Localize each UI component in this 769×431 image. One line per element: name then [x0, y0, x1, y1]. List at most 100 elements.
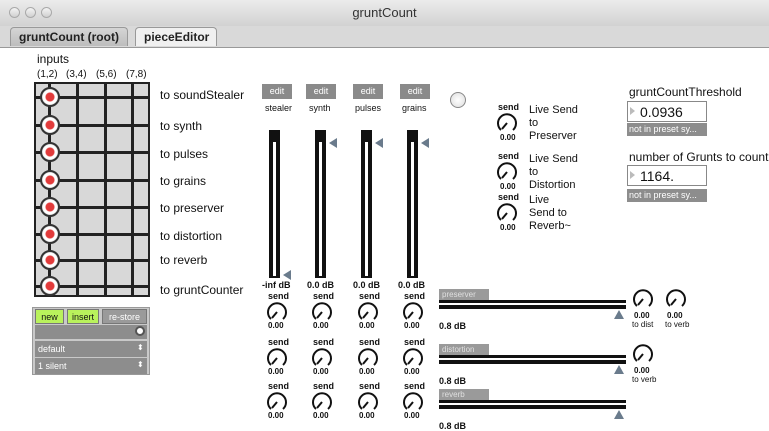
preset-restore-button[interactable]: re-store [102, 309, 147, 324]
row-label: to grains [160, 174, 207, 188]
column-label: (1,2) [37, 69, 58, 80]
matrix-cell-active[interactable] [40, 115, 60, 135]
live-send-text: to [529, 166, 539, 178]
edit-grains-button[interactable]: edit [400, 84, 430, 99]
send-knob[interactable] [311, 391, 333, 413]
send-knob[interactable] [266, 301, 288, 323]
fader-handle-icon[interactable] [375, 138, 383, 148]
send-label: send [268, 337, 290, 347]
effect-send-knob[interactable] [665, 288, 687, 310]
tab-piece-editor[interactable]: pieceEditor [135, 27, 217, 46]
fader-handle-icon[interactable] [421, 138, 429, 148]
channel-fader-stealer[interactable] [269, 130, 280, 278]
effect-send-knob[interactable] [632, 288, 654, 310]
edit-synth-button[interactable]: edit [306, 84, 336, 99]
matrix-cell-active[interactable] [40, 224, 60, 244]
bang-button[interactable] [450, 92, 466, 108]
channel-fader-pulses[interactable] [361, 130, 372, 278]
live-send-text: Send to [529, 207, 567, 219]
send-value: 0.00 [404, 367, 420, 376]
send-value: 0.00 [359, 367, 375, 376]
fader-track [411, 142, 414, 276]
effect-send-knob[interactable] [632, 343, 654, 365]
fader-track [273, 142, 276, 276]
row-label: to preserver [160, 201, 225, 215]
fader-handle-icon[interactable] [329, 138, 337, 148]
row-label: to synth [160, 119, 203, 133]
channel-name: pulses [355, 103, 382, 113]
send-knob[interactable] [266, 391, 288, 413]
live-send-label: send [498, 192, 520, 202]
effect-send-value: 0.00 [667, 311, 683, 320]
send-knob[interactable] [357, 301, 379, 323]
channel-fader-grains[interactable] [407, 130, 418, 278]
live-send-label: send [498, 102, 520, 112]
threshold-preset-note: not in preset sy... [627, 123, 707, 136]
preset-menu-silent[interactable]: 1 silent [35, 358, 147, 374]
preset-new-button[interactable]: new [35, 309, 64, 324]
tab-root[interactable]: gruntCount (root) [10, 27, 128, 46]
matrix-cell-active[interactable] [40, 276, 60, 296]
threshold-value: 0.0936 [640, 104, 683, 120]
edit-stealer-button[interactable]: edit [262, 84, 292, 99]
threshold-title: gruntCountThreshold [629, 85, 742, 99]
send-value: 0.00 [404, 321, 420, 330]
preset-name-field[interactable] [35, 325, 147, 339]
live-send-knob[interactable] [496, 161, 518, 183]
send-label: send [404, 291, 426, 301]
send-value: 0.00 [359, 321, 375, 330]
slider-handle-icon[interactable] [614, 410, 624, 419]
slider-handle-icon[interactable] [614, 310, 624, 319]
live-send-text: Distortion [529, 179, 576, 191]
send-label: send [313, 337, 335, 347]
live-send-label: send [498, 151, 520, 161]
preset-menu-label: default [38, 344, 66, 354]
send-label: send [359, 381, 381, 391]
send-knob[interactable] [402, 391, 424, 413]
send-value: 0.00 [313, 367, 329, 376]
matrix-grid-line [76, 84, 79, 295]
fader-track [319, 142, 322, 276]
matrix-cell-active[interactable] [40, 87, 60, 107]
grunts-number-box[interactable]: 1164. [627, 165, 707, 186]
live-send-knob[interactable] [496, 112, 518, 134]
live-send-value: 0.00 [500, 133, 516, 142]
live-send-text: Preserver [529, 130, 577, 142]
channel-db-readout: 0.0 dB [353, 280, 381, 290]
grunts-preset-note: not in preset sy... [627, 189, 707, 202]
live-send-knob[interactable] [496, 202, 518, 224]
effect-send-label: to dist [632, 320, 654, 329]
send-knob[interactable] [311, 347, 333, 369]
channel-name: synth [309, 103, 331, 113]
send-knob[interactable] [402, 347, 424, 369]
slider-handle-icon[interactable] [614, 365, 624, 374]
live-send-text: Live Send [529, 153, 578, 165]
edit-pulses-button[interactable]: edit [353, 84, 383, 99]
threshold-number-box[interactable]: 0.0936 [627, 101, 707, 122]
channel-fader-synth[interactable] [315, 130, 326, 278]
effect-db-readout: 0.8 dB [439, 376, 467, 386]
matrix-cell-active[interactable] [40, 142, 60, 162]
live-send-text: to [529, 117, 539, 129]
row-label: to distortion [160, 229, 223, 243]
preset-toggle[interactable] [135, 326, 145, 336]
matrix-cell-active[interactable] [40, 250, 60, 270]
effect-send-value: 0.00 [634, 311, 650, 320]
send-knob[interactable] [266, 347, 288, 369]
row-label: to pulses [160, 147, 209, 161]
preset-menu-default[interactable]: default [35, 341, 147, 357]
send-label: send [359, 291, 381, 301]
matrix-cell-active[interactable] [40, 197, 60, 217]
matrix-cell-active[interactable] [40, 170, 60, 190]
fader-track [365, 142, 368, 276]
slider-track [439, 403, 626, 405]
send-value: 0.00 [313, 321, 329, 330]
send-knob[interactable] [357, 347, 379, 369]
send-knob[interactable] [402, 301, 424, 323]
send-knob[interactable] [311, 301, 333, 323]
preset-insert-button[interactable]: insert [67, 309, 99, 324]
fader-handle-icon[interactable] [283, 270, 291, 280]
send-label: send [268, 381, 290, 391]
send-knob[interactable] [357, 391, 379, 413]
effect-name-tab: distortion [439, 344, 489, 355]
